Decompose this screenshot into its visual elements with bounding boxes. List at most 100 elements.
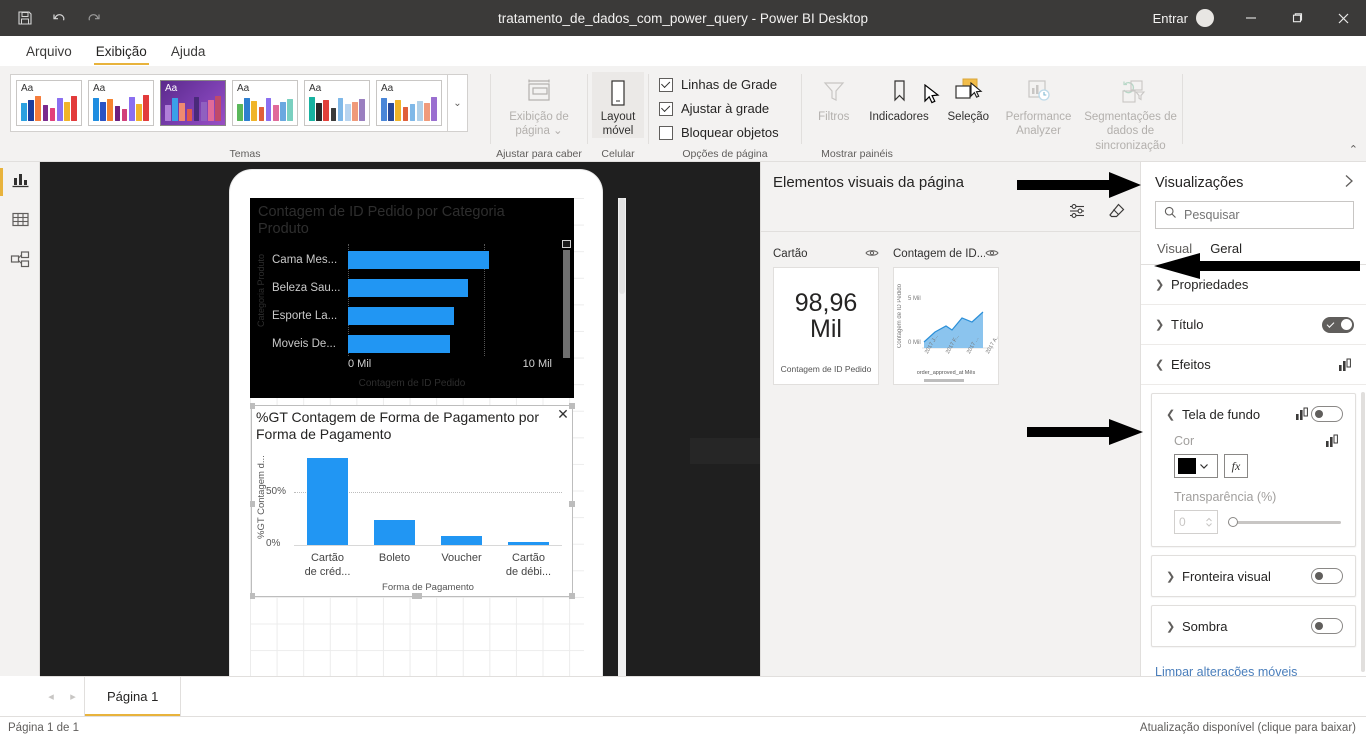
section-efeitos[interactable]: ❮ Efeitos [1141,345,1366,385]
bar-row[interactable]: Esporte La... [272,304,552,328]
checkbox-snap-to-grid-box[interactable] [659,101,673,116]
theme-tile-4[interactable]: Aa [232,80,298,126]
page-visual-thumbnail[interactable]: 98,96 Mil Contagem de ID Pedido [773,267,879,385]
section-titulo[interactable]: ❯ Título [1141,305,1366,345]
sombra-toggle[interactable] [1311,618,1343,634]
page-visuals-title: Elementos visuais da página [773,174,964,191]
canvas-scrollbar[interactable] [618,198,626,676]
menu-exibicao[interactable]: Exibição [84,44,159,66]
mobile-canvas-grid[interactable]: Contagem de ID Pedido por Categoria Prod… [250,198,584,676]
scrollbar-thumb[interactable] [619,198,625,294]
eye-hidden-icon[interactable] [865,247,879,262]
chevron-right-icon[interactable] [1344,174,1354,191]
page-visual-thumbnail[interactable]: Contagem de ID Pedido 5 Mil 0 Mil 2017 J… [893,267,999,385]
themes-gallery[interactable]: Aa Aa Aa Aa Aa Aa [10,74,448,132]
column-slot[interactable] [294,450,361,545]
prev-page-button[interactable]: ◂ [40,690,62,703]
checkbox-gridlines[interactable]: Linhas de Grade [659,77,801,92]
search-input[interactable] [1184,208,1345,222]
conditional-formatting-icon[interactable] [1293,407,1311,421]
color-swatch [1178,458,1196,474]
bar-row[interactable]: Moveis De... [272,332,552,356]
avatar[interactable] [1196,9,1214,27]
minimize-button[interactable] [1228,0,1274,36]
bar-row[interactable]: Beleza Sau... [272,276,552,300]
ribbon-collapse-button[interactable]: ⌃ [1349,143,1358,156]
tab-visual[interactable]: Visual [1157,241,1192,264]
conditional-formatting-icon[interactable] [1323,434,1341,448]
transparency-slider[interactable] [1228,514,1341,530]
checkbox-snap-to-grid[interactable]: Ajustar à grade [659,101,801,116]
bar-chart-icon [11,170,30,194]
page-tab-pagina-1[interactable]: Página 1 [84,676,182,717]
selecao-button[interactable]: Seleção [939,66,998,153]
section-tela-de-fundo[interactable]: ❮ Tela de fundo [1152,394,1355,434]
resize-handle[interactable] [412,593,422,599]
scrollbar-up-button[interactable] [562,240,571,248]
conditional-formatting-icon[interactable] [1336,358,1354,372]
theme-tile-1[interactable]: Aa [16,80,82,126]
theme-tile-2[interactable]: Aa [88,80,154,126]
area-chart-scrollbar[interactable] [924,379,964,382]
column-slot[interactable] [428,450,495,545]
page-view-button[interactable]: Exibição de página ⌄ [491,66,587,139]
scrollbar-thumb[interactable] [563,250,570,358]
transparency-stepper[interactable]: 0 [1174,510,1218,534]
tab-geral[interactable]: Geral [1210,241,1242,264]
visual-column-chart[interactable]: %GT Contagem de Forma de Pagamento por F… [250,403,575,599]
fx-button[interactable]: fx [1224,454,1248,478]
resize-handle[interactable] [250,593,255,599]
redo-icon[interactable] [78,4,108,32]
filtros-button[interactable]: Filtros [808,66,859,153]
fronteira-visual-toggle[interactable] [1311,568,1343,584]
next-page-button[interactable]: ▸ [62,690,84,703]
mobile-layout-button[interactable]: Layout móvel [592,72,644,138]
page-visual-card[interactable]: Cartão 98,96 Mil Contagem de ID Pedido [773,246,879,385]
update-available-link[interactable]: Atualização disponível (clique para baix… [1140,722,1366,734]
save-icon[interactable] [10,4,40,32]
undo-icon[interactable] [44,4,74,32]
checkbox-lock-objects[interactable]: Bloquear objetos [659,125,801,140]
checkbox-lock-objects-box[interactable] [659,125,673,140]
background-color-picker[interactable] [1174,454,1218,478]
resize-handle[interactable] [569,593,575,599]
resize-handle[interactable] [569,403,575,409]
sync-slicers-button[interactable]: Segmentações de dados de sincronização [1079,66,1182,153]
indicadores-button[interactable]: Indicadores [859,66,938,153]
theme-tile-3[interactable]: Aa [160,80,226,126]
report-canvas[interactable]: Cart Contagem de ID Pedido por Categoria… [40,162,760,676]
column-slot[interactable] [361,450,428,545]
titulo-toggle[interactable] [1322,316,1354,333]
theme-tile-5[interactable]: Aa [304,80,370,126]
sidebar-item-data-view[interactable] [0,202,40,242]
tela-de-fundo-toggle[interactable] [1311,406,1343,422]
menu-ajuda[interactable]: Ajuda [159,44,218,66]
column-slot[interactable] [495,450,562,545]
resize-handle[interactable] [250,501,255,507]
performance-analyzer-button[interactable]: Performance Analyzer [998,66,1079,153]
section-sombra[interactable]: ❯ Sombra [1152,606,1355,646]
visual-bar-chart[interactable]: Contagem de ID Pedido por Categoria Prod… [250,198,574,398]
page-visual-area-chart[interactable]: Contagem de ID... Contagem de ID Pedido … [893,246,999,385]
checkbox-gridlines-box[interactable] [659,77,673,92]
sidebar-item-model-view[interactable] [0,242,40,282]
theme-tile-6[interactable]: Aa [376,80,442,126]
sign-in-button[interactable]: Entrar [1145,11,1196,26]
bar-row[interactable]: Cama Mes... [272,248,552,272]
close-icon[interactable]: ✕ [556,407,570,422]
bar-chart-scrollbar[interactable] [562,240,571,376]
menu-arquivo[interactable]: Arquivo [14,44,84,66]
section-fronteira-visual[interactable]: ❯ Fronteira visual [1152,556,1355,596]
maximize-button[interactable] [1274,0,1320,36]
eraser-icon[interactable] [1108,202,1126,225]
panel-scrollbar[interactable] [1361,392,1365,672]
themes-more-button[interactable]: ⌄ [448,74,468,132]
settings-sliders-icon[interactable] [1068,202,1086,225]
section-propriedades[interactable]: ❯ Propriedades [1141,265,1366,305]
sidebar-item-report-view[interactable] [0,162,40,202]
resize-handle[interactable] [250,403,255,409]
resize-handle[interactable] [569,501,575,507]
search-field[interactable] [1155,201,1354,229]
eye-hidden-icon[interactable] [985,247,999,262]
close-button[interactable] [1320,0,1366,36]
